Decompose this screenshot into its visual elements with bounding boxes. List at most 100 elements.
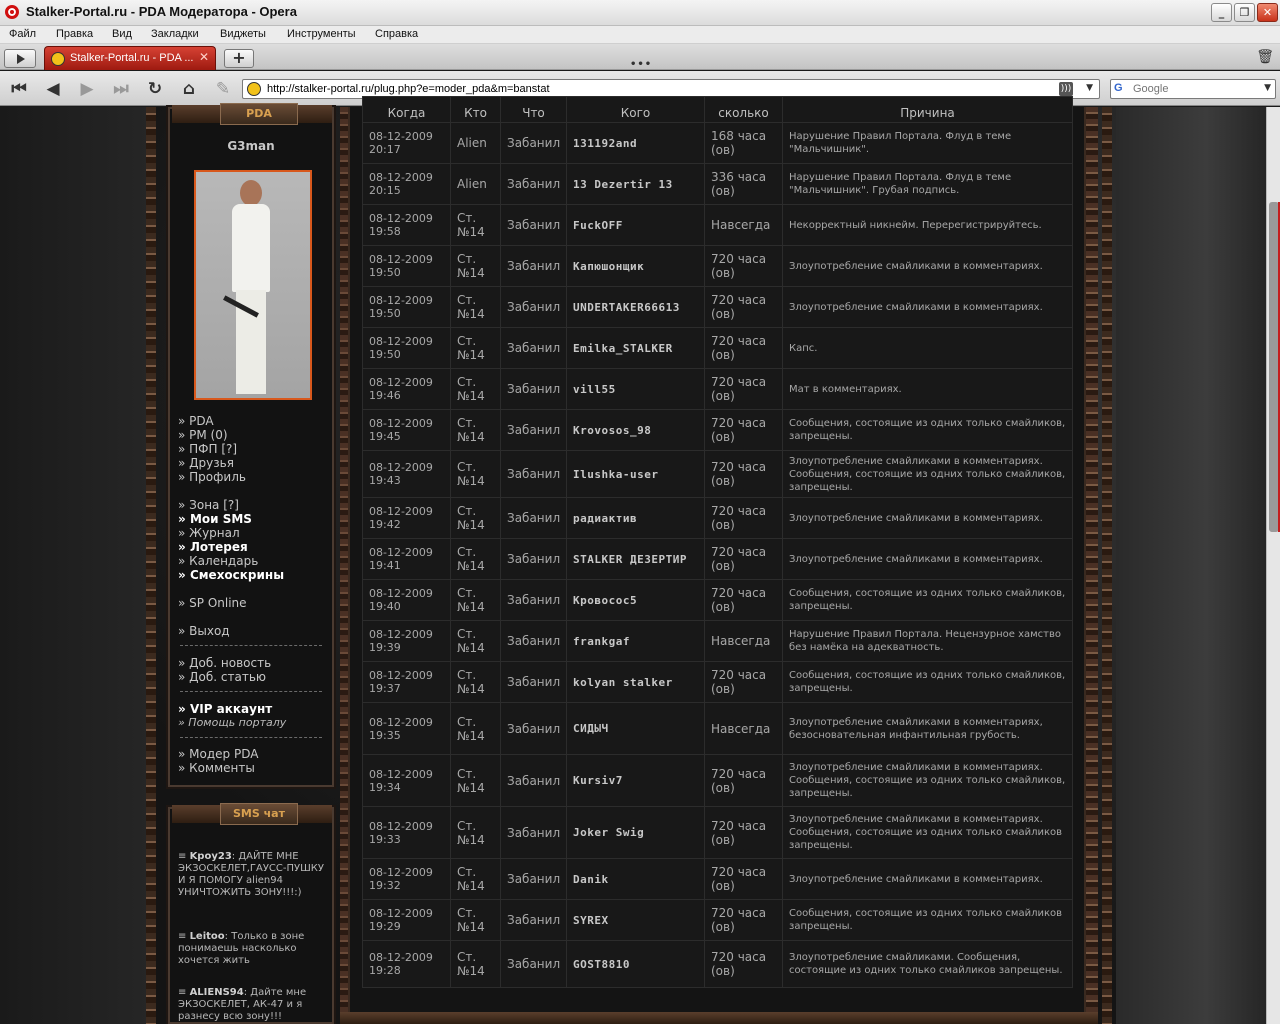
sidebar-item-vip[interactable]: » VIP аккаунт bbox=[178, 702, 286, 716]
sidebar-item-my-sms[interactable]: » Мои SMS bbox=[178, 512, 284, 526]
cell-reason: Злоупотребление смайликами в комментария… bbox=[782, 702, 1073, 755]
cell-nick[interactable]: STALKER ДЕЗЕРТИР bbox=[566, 538, 705, 580]
cell-nick[interactable]: GOST8810 bbox=[566, 940, 705, 988]
panel-header-ornament bbox=[298, 105, 332, 123]
radiation-icon bbox=[51, 52, 65, 66]
sidebar-item-zone[interactable]: » Зона [?] bbox=[178, 498, 284, 512]
cell-nick[interactable]: kolyan stalker bbox=[566, 661, 705, 703]
rss-feed-icon[interactable]: ))) bbox=[1059, 82, 1073, 96]
col-header-who: Кто bbox=[450, 96, 501, 123]
cell-nick[interactable]: Emilka_STALKER bbox=[566, 327, 705, 369]
sidebar-item-lottery[interactable]: » Лотерея bbox=[178, 540, 284, 554]
chevron-down-icon[interactable]: ▼ bbox=[1086, 83, 1093, 93]
sidebar-label: Календарь bbox=[189, 554, 259, 568]
search-input[interactable] bbox=[1133, 81, 1263, 97]
sidebar-item-pm[interactable]: » PM (0) bbox=[178, 428, 246, 442]
menu-file[interactable]: Файл bbox=[9, 28, 36, 40]
pda-panel-header: PDA bbox=[220, 103, 298, 125]
cell-date: 08-12-2009 19:40 bbox=[362, 579, 451, 621]
sms-user[interactable]: ALIENS94 bbox=[190, 987, 244, 998]
sidebar-item-sp-online[interactable]: » SP Online bbox=[178, 596, 247, 610]
search-box[interactable]: G ▼ bbox=[1110, 79, 1276, 99]
menu-edit[interactable]: Правка bbox=[56, 28, 93, 40]
cell-nick[interactable]: 13 Dezertir 13 bbox=[566, 163, 705, 205]
sms-user[interactable]: Kpoy23 bbox=[190, 851, 232, 862]
cell-nick[interactable]: СИДЫЧ bbox=[566, 702, 705, 755]
reload-icon[interactable]: ↻ bbox=[142, 78, 168, 100]
vertical-scrollbar[interactable] bbox=[1266, 107, 1280, 1024]
close-tab-icon[interactable]: ✕ bbox=[199, 50, 209, 64]
cell-who: Ст. №14 bbox=[450, 497, 501, 539]
tab-stalker-portal[interactable]: Stalker-Portal.ru - PDA ... ✕ bbox=[44, 46, 216, 70]
cell-nick[interactable]: 131192and bbox=[566, 122, 705, 164]
toolbar-grip-icon[interactable]: ••• bbox=[630, 59, 652, 70]
menu-bookmarks[interactable]: Закладки bbox=[151, 28, 199, 40]
cell-nick[interactable]: радиактив bbox=[566, 497, 705, 539]
tab-bar: Stalker-Portal.ru - PDA ... ✕ + ••• 🗑 bbox=[0, 44, 1280, 70]
sidebar-menu-exit: » Выход bbox=[178, 624, 230, 638]
cell-nick[interactable]: Danik bbox=[566, 858, 705, 900]
rewind-icon[interactable]: ⏮ bbox=[6, 78, 32, 100]
sidebar-item-calendar[interactable]: » Календарь bbox=[178, 554, 284, 568]
sidebar-item-funny-screens[interactable]: » Смехоскрины bbox=[178, 568, 284, 582]
sidebar-item-profile[interactable]: » Профиль bbox=[178, 470, 246, 484]
sidebar-label: Профиль bbox=[189, 470, 246, 484]
menu-help[interactable]: Справка bbox=[375, 28, 418, 40]
cell-nick[interactable]: SYREX bbox=[566, 899, 705, 941]
sidebar-item-comments[interactable]: » Комменты bbox=[178, 761, 258, 775]
url-input[interactable] bbox=[267, 81, 1057, 97]
sidebar-item-add-article[interactable]: » Доб. статью bbox=[178, 670, 271, 684]
sms-user[interactable]: Leitoo bbox=[190, 931, 225, 942]
menu-bar: Файл Правка Вид Закладки Виджеты Инструм… bbox=[0, 26, 1280, 44]
cell-nick[interactable]: Ilushka-user bbox=[566, 450, 705, 498]
cell-reason: Злоупотребление смайликами в комментария… bbox=[782, 858, 1073, 900]
panel-toggle-button[interactable] bbox=[4, 49, 36, 68]
chevron-down-icon[interactable]: ▼ bbox=[1264, 83, 1271, 93]
cell-action: Забанил bbox=[500, 245, 567, 287]
username[interactable]: G3man bbox=[170, 139, 332, 153]
sidebar-item-friends[interactable]: » Друзья bbox=[178, 456, 246, 470]
fast-forward-icon[interactable]: ⏭ bbox=[108, 78, 134, 100]
new-tab-button[interactable]: + bbox=[224, 49, 254, 68]
cell-who: Ст. №14 bbox=[450, 286, 501, 328]
maximize-button[interactable]: ❐ bbox=[1234, 3, 1255, 22]
sidebar-item-moder-pda[interactable]: » Модер PDA bbox=[178, 747, 258, 761]
cell-duration: Навсегда bbox=[704, 204, 783, 246]
trash-icon[interactable]: 🗑 bbox=[1256, 49, 1274, 65]
sidebar-item-help-portal[interactable]: » Помощь порталу bbox=[178, 716, 286, 730]
cell-nick[interactable]: frankgaf bbox=[566, 620, 705, 662]
home-icon[interactable]: ⌂ bbox=[176, 78, 202, 100]
sidebar-label: PM (0) bbox=[189, 428, 228, 442]
cell-reason: Нарушение Правил Портала. Нецензурное ха… bbox=[782, 620, 1073, 662]
minimize-button[interactable]: _ bbox=[1211, 3, 1232, 22]
table-row: 08-12-2009 19:41 Ст. №14 Забанил STALKER ДЕ… bbox=[362, 538, 1073, 580]
sidebar-item-add-news[interactable]: » Доб. новость bbox=[178, 656, 271, 670]
cell-who: Ст. №14 bbox=[450, 368, 501, 410]
close-window-button[interactable]: ✕ bbox=[1257, 3, 1278, 22]
table-row: 08-12-2009 19:45 Ст. №14 Забанил Krovosos_9… bbox=[362, 409, 1073, 451]
sidebar-item-journal[interactable]: » Журнал bbox=[178, 526, 284, 540]
cell-nick[interactable]: vill55 bbox=[566, 368, 705, 410]
cell-who: Ст. №14 bbox=[450, 661, 501, 703]
cell-nick[interactable]: Капюшонщик bbox=[566, 245, 705, 287]
cell-date: 08-12-2009 19:43 bbox=[362, 450, 451, 498]
sidebar-label: Друзья bbox=[189, 456, 234, 470]
cell-nick[interactable]: Joker Swig bbox=[566, 806, 705, 859]
menu-view[interactable]: Вид bbox=[112, 28, 132, 40]
back-icon[interactable]: ◀ bbox=[40, 78, 66, 100]
col-header-whom: Кого bbox=[566, 96, 705, 123]
menu-tools[interactable]: Инструменты bbox=[287, 28, 356, 40]
table-row: 08-12-2009 19:37 Ст. №14 Забанил kolyan sta… bbox=[362, 661, 1073, 703]
cell-nick[interactable]: Кровосос5 bbox=[566, 579, 705, 621]
sidebar-item-pfp[interactable]: » ПФП [?] bbox=[178, 442, 246, 456]
sidebar-item-pda[interactable]: » PDA bbox=[178, 414, 246, 428]
forward-icon[interactable]: ▶ bbox=[74, 78, 100, 100]
cell-nick[interactable]: Krovosos_98 bbox=[566, 409, 705, 451]
cell-nick[interactable]: Kursiv7 bbox=[566, 754, 705, 807]
cell-nick[interactable]: UNDERTAKER66613 bbox=[566, 286, 705, 328]
edit-icon[interactable]: ✎ bbox=[210, 78, 236, 100]
barbed-wire-right bbox=[1102, 107, 1112, 1024]
menu-widgets[interactable]: Виджеты bbox=[220, 28, 266, 40]
cell-nick[interactable]: FuckOFF bbox=[566, 204, 705, 246]
sidebar-item-exit[interactable]: » Выход bbox=[178, 624, 230, 638]
